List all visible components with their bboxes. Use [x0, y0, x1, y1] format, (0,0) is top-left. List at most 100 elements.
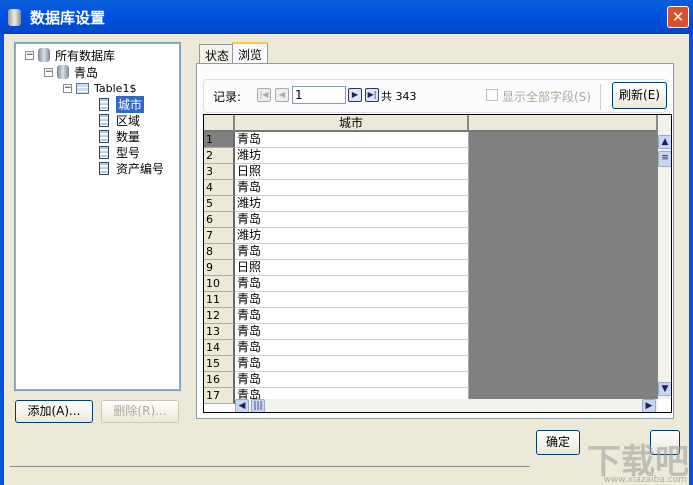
row-header[interactable]: 2 [204, 148, 235, 164]
city-cell[interactable]: 青岛 [235, 244, 469, 260]
separator [10, 466, 530, 467]
scroll-up-icon[interactable]: ▲ [658, 135, 671, 149]
database-tree[interactable]: − 所有数据库 − 青岛 − Table1$ 城市 区域 数量 型号 资产编号 [14, 42, 181, 391]
tree-field[interactable]: 资产编号 [99, 160, 164, 176]
tree-field[interactable]: 型号 [99, 144, 140, 160]
table-row[interactable]: 14 青岛 [204, 340, 469, 356]
table-icon [76, 82, 89, 94]
record-label: 记录: [213, 90, 242, 104]
table-row[interactable]: 16 青岛 [204, 372, 469, 388]
row-header[interactable]: 5 [204, 196, 235, 212]
vertical-scrollbar[interactable]: ▲ ≡ ▼ [658, 115, 671, 399]
row-header[interactable]: 1 [204, 132, 235, 148]
delete-button[interactable]: 删除(R)... [101, 400, 179, 423]
row-header[interactable]: 16 [204, 372, 235, 388]
city-cell[interactable]: 青岛 [235, 292, 469, 308]
table-row[interactable]: 4 青岛 [204, 180, 469, 196]
node-label: 数量 [116, 129, 141, 144]
table-row[interactable]: 11 青岛 [204, 292, 469, 308]
window-title: 数据库设置 [30, 8, 106, 27]
collapse-icon[interactable]: − [44, 67, 53, 77]
table-row[interactable]: 12 青岛 [204, 308, 469, 324]
table-row[interactable]: 2 潍坊 [204, 148, 469, 164]
tree-node-table[interactable]: − Table1$ [63, 80, 136, 96]
column-header-empty [469, 115, 658, 132]
row-header[interactable]: 7 [204, 228, 235, 244]
tree-node-db[interactable]: − 青岛 [44, 64, 98, 80]
last-record-button[interactable]: ▶| [365, 88, 379, 102]
prev-record-button[interactable]: ◀ [275, 88, 289, 102]
row-header[interactable]: 3 [204, 164, 235, 180]
scroll-right-icon[interactable]: ▶ [642, 399, 656, 412]
table-row[interactable]: 13 青岛 [204, 324, 469, 340]
row-header[interactable]: 15 [204, 356, 235, 372]
record-input[interactable] [292, 86, 346, 104]
database-icon [57, 65, 69, 79]
refresh-button[interactable]: 刷新(E) [612, 82, 667, 109]
city-cell[interactable]: 青岛 [235, 276, 469, 292]
city-cell[interactable]: 青岛 [235, 212, 469, 228]
watermark-url: www.xiazaiba.com [603, 475, 687, 485]
corner-header [204, 115, 235, 132]
data-grid[interactable]: 城市 1 青岛 2 潍坊 3 日照 4 青岛 5 潍坊 6 青岛 7 潍坊 8 青岛 9 日照 10 青岛 11 青岛 12… [203, 114, 672, 413]
table-row[interactable]: 7 潍坊 [204, 228, 469, 244]
city-cell[interactable]: 青岛 [235, 180, 469, 196]
next-record-button[interactable]: ▶ [348, 88, 362, 102]
field-icon [99, 113, 109, 127]
first-record-button[interactable]: |◀ [257, 88, 271, 102]
city-cell[interactable]: 青岛 [235, 324, 469, 340]
tree-field[interactable]: 区域 [99, 112, 140, 128]
row-header[interactable]: 8 [204, 244, 235, 260]
scroll-down-icon[interactable]: ▼ [658, 382, 671, 396]
table-row[interactable]: 10 青岛 [204, 276, 469, 292]
row-header[interactable]: 17 [204, 388, 235, 404]
city-cell[interactable]: 青岛 [235, 132, 469, 148]
row-header[interactable]: 4 [204, 180, 235, 196]
city-cell[interactable]: 青岛 [235, 340, 469, 356]
horizontal-scrollbar[interactable]: ◀ ||| ▶ [235, 399, 658, 412]
row-header[interactable]: 9 [204, 260, 235, 276]
tab-browse[interactable]: 浏览 [232, 42, 269, 64]
total-records: 共 343 [381, 90, 417, 103]
row-header[interactable]: 6 [204, 212, 235, 228]
row-header[interactable]: 11 [204, 292, 235, 308]
field-icon [99, 129, 109, 143]
row-header[interactable]: 14 [204, 340, 235, 356]
table-row[interactable]: 15 青岛 [204, 356, 469, 372]
city-cell[interactable]: 青岛 [235, 356, 469, 372]
table-row[interactable]: 1 青岛 [204, 132, 469, 148]
city-cell[interactable]: 潍坊 [235, 228, 469, 244]
tree-field[interactable]: 城市 [99, 95, 145, 113]
add-button[interactable]: 添加(A)... [15, 400, 93, 423]
row-header[interactable]: 12 [204, 308, 235, 324]
field-icon [99, 97, 109, 111]
scroll-thumb[interactable]: ||| [251, 399, 265, 412]
city-cell[interactable]: 青岛 [235, 308, 469, 324]
title-bar: 数据库设置 ✕ [0, 0, 693, 34]
collapse-icon[interactable]: − [25, 50, 34, 60]
city-cell[interactable]: 青岛 [235, 372, 469, 388]
table-row[interactable]: 8 青岛 [204, 244, 469, 260]
row-header[interactable]: 13 [204, 324, 235, 340]
city-cell[interactable]: 日照 [235, 260, 469, 276]
node-label: 型号 [116, 145, 141, 160]
column-header-city[interactable]: 城市 [235, 115, 469, 132]
tab-status[interactable]: 状态 [199, 44, 236, 64]
city-cell[interactable]: 日照 [235, 164, 469, 180]
tree-node-root[interactable]: − 所有数据库 [25, 47, 115, 63]
row-header[interactable]: 10 [204, 276, 235, 292]
scroll-thumb[interactable]: ≡ [658, 151, 671, 167]
collapse-icon[interactable]: − [63, 83, 72, 93]
close-button[interactable]: ✕ [667, 6, 689, 28]
table-row[interactable]: 9 日照 [204, 260, 469, 276]
city-cell[interactable]: 潍坊 [235, 196, 469, 212]
ok-button[interactable]: 确定 [536, 430, 580, 455]
city-cell[interactable]: 潍坊 [235, 148, 469, 164]
database-icon [8, 9, 21, 26]
scroll-left-icon[interactable]: ◀ [235, 399, 249, 412]
table-row[interactable]: 3 日照 [204, 164, 469, 180]
show-all-checkbox[interactable] [486, 89, 498, 101]
tree-field[interactable]: 数量 [99, 128, 140, 144]
table-row[interactable]: 6 青岛 [204, 212, 469, 228]
table-row[interactable]: 5 潍坊 [204, 196, 469, 212]
